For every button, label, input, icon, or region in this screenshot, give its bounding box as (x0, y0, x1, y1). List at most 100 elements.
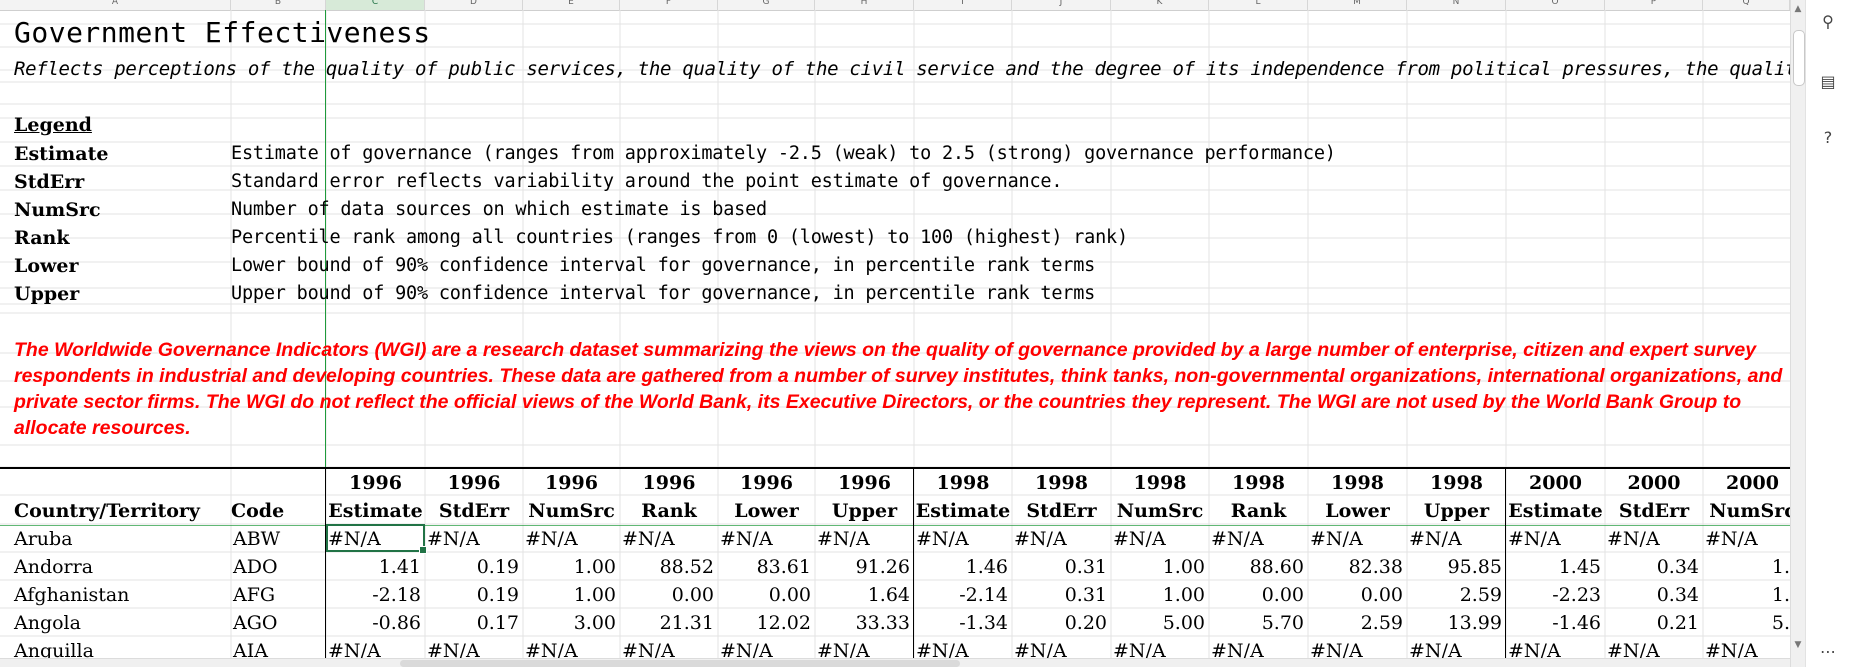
vertical-scroll-thumb[interactable] (1793, 30, 1805, 86)
table-cell[interactable]: 0.34 (1605, 582, 1703, 608)
disclaimer-text[interactable]: The Worldwide Governance Indicators (WGI… (14, 337, 1790, 441)
column-header-o[interactable]: O (1506, 0, 1605, 10)
table-cell[interactable]: #N/A (1703, 526, 1790, 552)
header-country[interactable]: Country/Territory (14, 498, 230, 524)
table-cell[interactable]: 1.41 (326, 554, 425, 580)
header-code[interactable]: Code (231, 498, 326, 524)
column-header-j[interactable]: J (1012, 0, 1111, 10)
header-metric[interactable]: Rank (1209, 498, 1308, 524)
header-metric[interactable]: StdErr (1012, 498, 1111, 524)
header-year[interactable]: 1996 (620, 470, 718, 496)
table-cell[interactable]: 1.00 (523, 554, 620, 580)
table-cell[interactable]: 0.17 (425, 610, 523, 636)
table-cell[interactable]: 1.00 (1111, 554, 1209, 580)
table-cell-code[interactable]: ADO (231, 554, 326, 580)
column-header-h[interactable]: H (815, 0, 914, 10)
header-metric[interactable]: NumSrc (1111, 498, 1209, 524)
column-header-c[interactable]: C (326, 0, 425, 10)
header-year[interactable]: 1998 (1308, 470, 1407, 496)
table-cell[interactable]: 1.00 (1111, 582, 1209, 608)
table-cell[interactable]: -1.34 (914, 610, 1012, 636)
slider-settings-icon[interactable]: ⚲ (1814, 12, 1842, 36)
header-metric[interactable]: Lower (718, 498, 815, 524)
table-cell[interactable]: 0.00 (1308, 582, 1407, 608)
table-cell[interactable]: 0.00 (718, 582, 815, 608)
table-cell[interactable]: #N/A (1605, 526, 1703, 552)
legend-description[interactable]: Lower bound of 90% confidence interval f… (231, 255, 1095, 276)
header-metric[interactable]: StdErr (425, 498, 523, 524)
header-year[interactable]: 1998 (914, 470, 1012, 496)
table-cell[interactable]: 5.00 (1111, 610, 1209, 636)
legend-key[interactable]: Lower (14, 255, 79, 277)
column-header-d[interactable]: D (425, 0, 523, 10)
table-cell[interactable]: 1.64 (815, 582, 914, 608)
header-year[interactable]: 2000 (1703, 470, 1790, 496)
scroll-up-arrow-icon[interactable]: ▲ (1791, 4, 1805, 14)
format-panel-icon[interactable]: ▤ (1814, 72, 1842, 96)
table-cell[interactable]: 5.70 (1209, 610, 1308, 636)
header-year[interactable]: 2000 (1605, 470, 1703, 496)
header-year[interactable]: 1996 (326, 470, 425, 496)
header-metric[interactable]: Estimate (914, 498, 1012, 524)
table-cell-country[interactable]: Afghanistan (14, 582, 230, 608)
legend-description[interactable]: Estimate of governance (ranges from appr… (231, 143, 1336, 164)
table-cell[interactable]: #N/A (1111, 526, 1209, 552)
more-icon[interactable]: ⋯ (1814, 642, 1842, 666)
table-cell[interactable]: 13.99 (1407, 610, 1506, 636)
header-metric[interactable]: Lower (1308, 498, 1407, 524)
column-header-k[interactable]: K (1111, 0, 1209, 10)
column-header-p[interactable]: P (1605, 0, 1703, 10)
table-cell[interactable]: #N/A (1506, 526, 1605, 552)
column-header-g[interactable]: G (718, 0, 815, 10)
table-cell[interactable]: 12.02 (718, 610, 815, 636)
table-cell[interactable]: 83.61 (718, 554, 815, 580)
table-cell[interactable]: 3.00 (523, 610, 620, 636)
header-metric[interactable]: Estimate (326, 498, 425, 524)
table-cell[interactable]: 0.00 (1209, 582, 1308, 608)
header-metric[interactable]: NumSrc (1703, 498, 1790, 524)
column-header-e[interactable]: E (523, 0, 620, 10)
header-metric[interactable]: NumSrc (523, 498, 620, 524)
table-cell[interactable]: 1. (1703, 554, 1790, 580)
header-year[interactable]: 1996 (718, 470, 815, 496)
table-cell[interactable]: #N/A (523, 526, 620, 552)
table-cell-code[interactable]: AGO (231, 610, 326, 636)
legend-heading[interactable]: Legend (14, 114, 92, 136)
table-cell[interactable]: 0.31 (1012, 582, 1111, 608)
help-icon[interactable]: ? (1814, 128, 1842, 152)
table-cell[interactable]: 1.45 (1506, 554, 1605, 580)
legend-key[interactable]: Estimate (14, 143, 108, 165)
table-cell[interactable]: 1.46 (914, 554, 1012, 580)
sheet-title[interactable]: Government Effectiveness (14, 16, 431, 49)
horizontal-scrollbar[interactable] (0, 658, 1790, 667)
table-cell[interactable]: #N/A (1308, 526, 1407, 552)
table-cell[interactable]: #N/A (815, 526, 914, 552)
legend-key[interactable]: StdErr (14, 171, 84, 193)
table-cell[interactable]: #N/A (425, 526, 523, 552)
table-cell[interactable]: #N/A (620, 526, 718, 552)
table-cell[interactable]: 88.60 (1209, 554, 1308, 580)
column-header-bar[interactable]: ABCDEFGHIJKLMNOPQ (0, 0, 1790, 11)
spreadsheet-grid[interactable]: ABCDEFGHIJKLMNOPQ Government Effectivene… (0, 0, 1790, 667)
table-cell[interactable]: 0.19 (425, 582, 523, 608)
legend-key[interactable]: Upper (14, 283, 79, 305)
header-metric[interactable]: Rank (620, 498, 718, 524)
table-cell[interactable]: -0.86 (326, 610, 425, 636)
sheet-subtitle[interactable]: Reflects perceptions of the quality of p… (14, 58, 1790, 80)
column-header-a[interactable]: A (0, 0, 231, 10)
column-header-b[interactable]: B (231, 0, 326, 10)
table-cell[interactable]: #N/A (914, 526, 1012, 552)
table-cell[interactable]: 5. (1703, 610, 1790, 636)
legend-description[interactable]: Standard error reflects variability arou… (231, 171, 1062, 192)
table-cell[interactable]: 88.52 (620, 554, 718, 580)
column-header-q[interactable]: Q (1703, 0, 1790, 10)
table-cell[interactable]: 0.21 (1605, 610, 1703, 636)
legend-key[interactable]: Rank (14, 227, 70, 249)
header-metric[interactable]: Estimate (1506, 498, 1605, 524)
table-cell[interactable]: #N/A (1012, 526, 1111, 552)
table-cell[interactable]: 82.38 (1308, 554, 1407, 580)
header-year[interactable]: 1998 (1111, 470, 1209, 496)
table-cell[interactable]: 1. (1703, 582, 1790, 608)
scroll-down-arrow-icon[interactable]: ▼ (1791, 640, 1805, 650)
table-cell[interactable]: 33.33 (815, 610, 914, 636)
